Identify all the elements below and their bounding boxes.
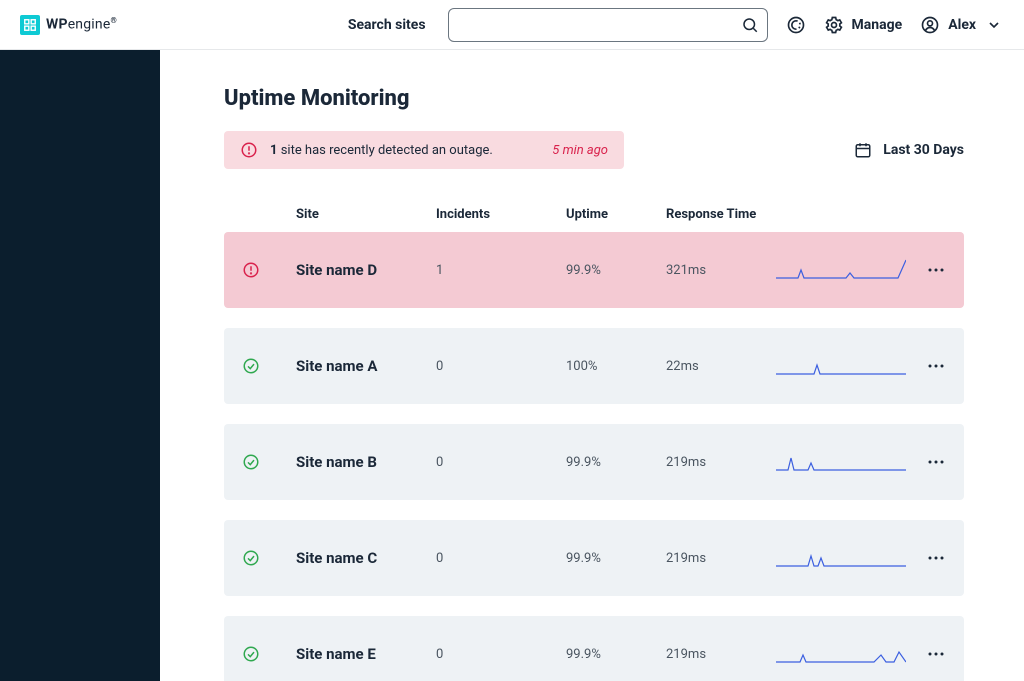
response-value: 321ms	[666, 263, 776, 278]
brand-logo[interactable]: WPengine®	[20, 15, 117, 35]
table-row[interactable]: Site name C 0 99.9% 219ms	[224, 520, 964, 596]
site-name: Site name A	[296, 357, 436, 375]
logo-text: WPengine®	[46, 16, 117, 33]
gear-icon	[824, 15, 844, 35]
incidents-value: 0	[436, 359, 566, 374]
status-icon	[242, 645, 296, 663]
response-value: 219ms	[666, 647, 776, 662]
row-more-menu[interactable]	[906, 267, 966, 273]
sparkline	[776, 640, 906, 668]
search-label: Search sites	[348, 17, 426, 33]
sidebar	[0, 50, 160, 681]
status-icon	[242, 453, 296, 471]
logo-mark-icon	[20, 15, 40, 35]
status-icon	[242, 261, 296, 279]
calendar-icon	[853, 140, 873, 160]
chevron-down-icon	[984, 15, 1004, 35]
row-more-menu[interactable]	[906, 459, 966, 465]
response-value: 219ms	[666, 551, 776, 566]
col-site: Site	[296, 207, 436, 222]
uptime-value: 99.9%	[566, 263, 666, 278]
user-name: Alex	[948, 17, 976, 33]
uptime-value: 99.9%	[566, 647, 666, 662]
row-more-menu[interactable]	[906, 555, 966, 561]
incidents-value: 0	[436, 647, 566, 662]
manage-menu[interactable]: Manage	[824, 15, 903, 35]
table-row[interactable]: Site name E 0 99.9% 219ms	[224, 616, 964, 681]
alert-text: 1 site has recently detected an outage.	[270, 143, 540, 158]
table-row[interactable]: Site name A 0 100% 22ms	[224, 328, 964, 404]
site-name: Site name B	[296, 453, 436, 471]
top-header: WPengine® Search sites Manage	[0, 0, 1024, 50]
table-row[interactable]: Site name D 1 99.9% 321ms	[224, 232, 964, 308]
col-response: Response Time	[666, 207, 776, 222]
user-avatar-icon	[920, 15, 940, 35]
site-name: Site name C	[296, 549, 436, 567]
status-icon	[242, 549, 296, 567]
incidents-value: 1	[436, 263, 566, 278]
incidents-value: 0	[436, 551, 566, 566]
date-range-picker[interactable]: Last 30 Days	[853, 140, 964, 160]
help-icon[interactable]	[786, 15, 806, 35]
manage-label: Manage	[852, 17, 903, 33]
user-menu[interactable]: Alex	[920, 15, 1004, 35]
uptime-value: 100%	[566, 359, 666, 374]
main-content: Uptime Monitoring 1 site has recently de…	[160, 50, 1024, 681]
col-uptime: Uptime	[566, 207, 666, 222]
search-icon[interactable]	[740, 15, 760, 35]
response-value: 219ms	[666, 455, 776, 470]
sparkline	[776, 256, 906, 284]
sparkline	[776, 352, 906, 380]
col-incidents: Incidents	[436, 207, 566, 222]
table-header: Site Incidents Uptime Response Time	[224, 197, 964, 232]
alert-icon	[240, 141, 258, 159]
uptime-value: 99.9%	[566, 455, 666, 470]
response-value: 22ms	[666, 359, 776, 374]
search-input[interactable]	[448, 8, 768, 42]
table-row[interactable]: Site name B 0 99.9% 219ms	[224, 424, 964, 500]
outage-alert-banner[interactable]: 1 site has recently detected an outage. …	[224, 131, 624, 169]
incidents-value: 0	[436, 455, 566, 470]
search-wrap	[448, 8, 768, 42]
page-title: Uptime Monitoring	[224, 86, 964, 111]
date-range-label: Last 30 Days	[883, 142, 964, 158]
uptime-value: 99.9%	[566, 551, 666, 566]
sparkline	[776, 544, 906, 572]
row-more-menu[interactable]	[906, 651, 966, 657]
sparkline	[776, 448, 906, 476]
alert-time: 5 min ago	[552, 143, 608, 158]
site-name: Site name D	[296, 261, 436, 279]
site-name: Site name E	[296, 645, 436, 663]
row-more-menu[interactable]	[906, 363, 966, 369]
status-icon	[242, 357, 296, 375]
